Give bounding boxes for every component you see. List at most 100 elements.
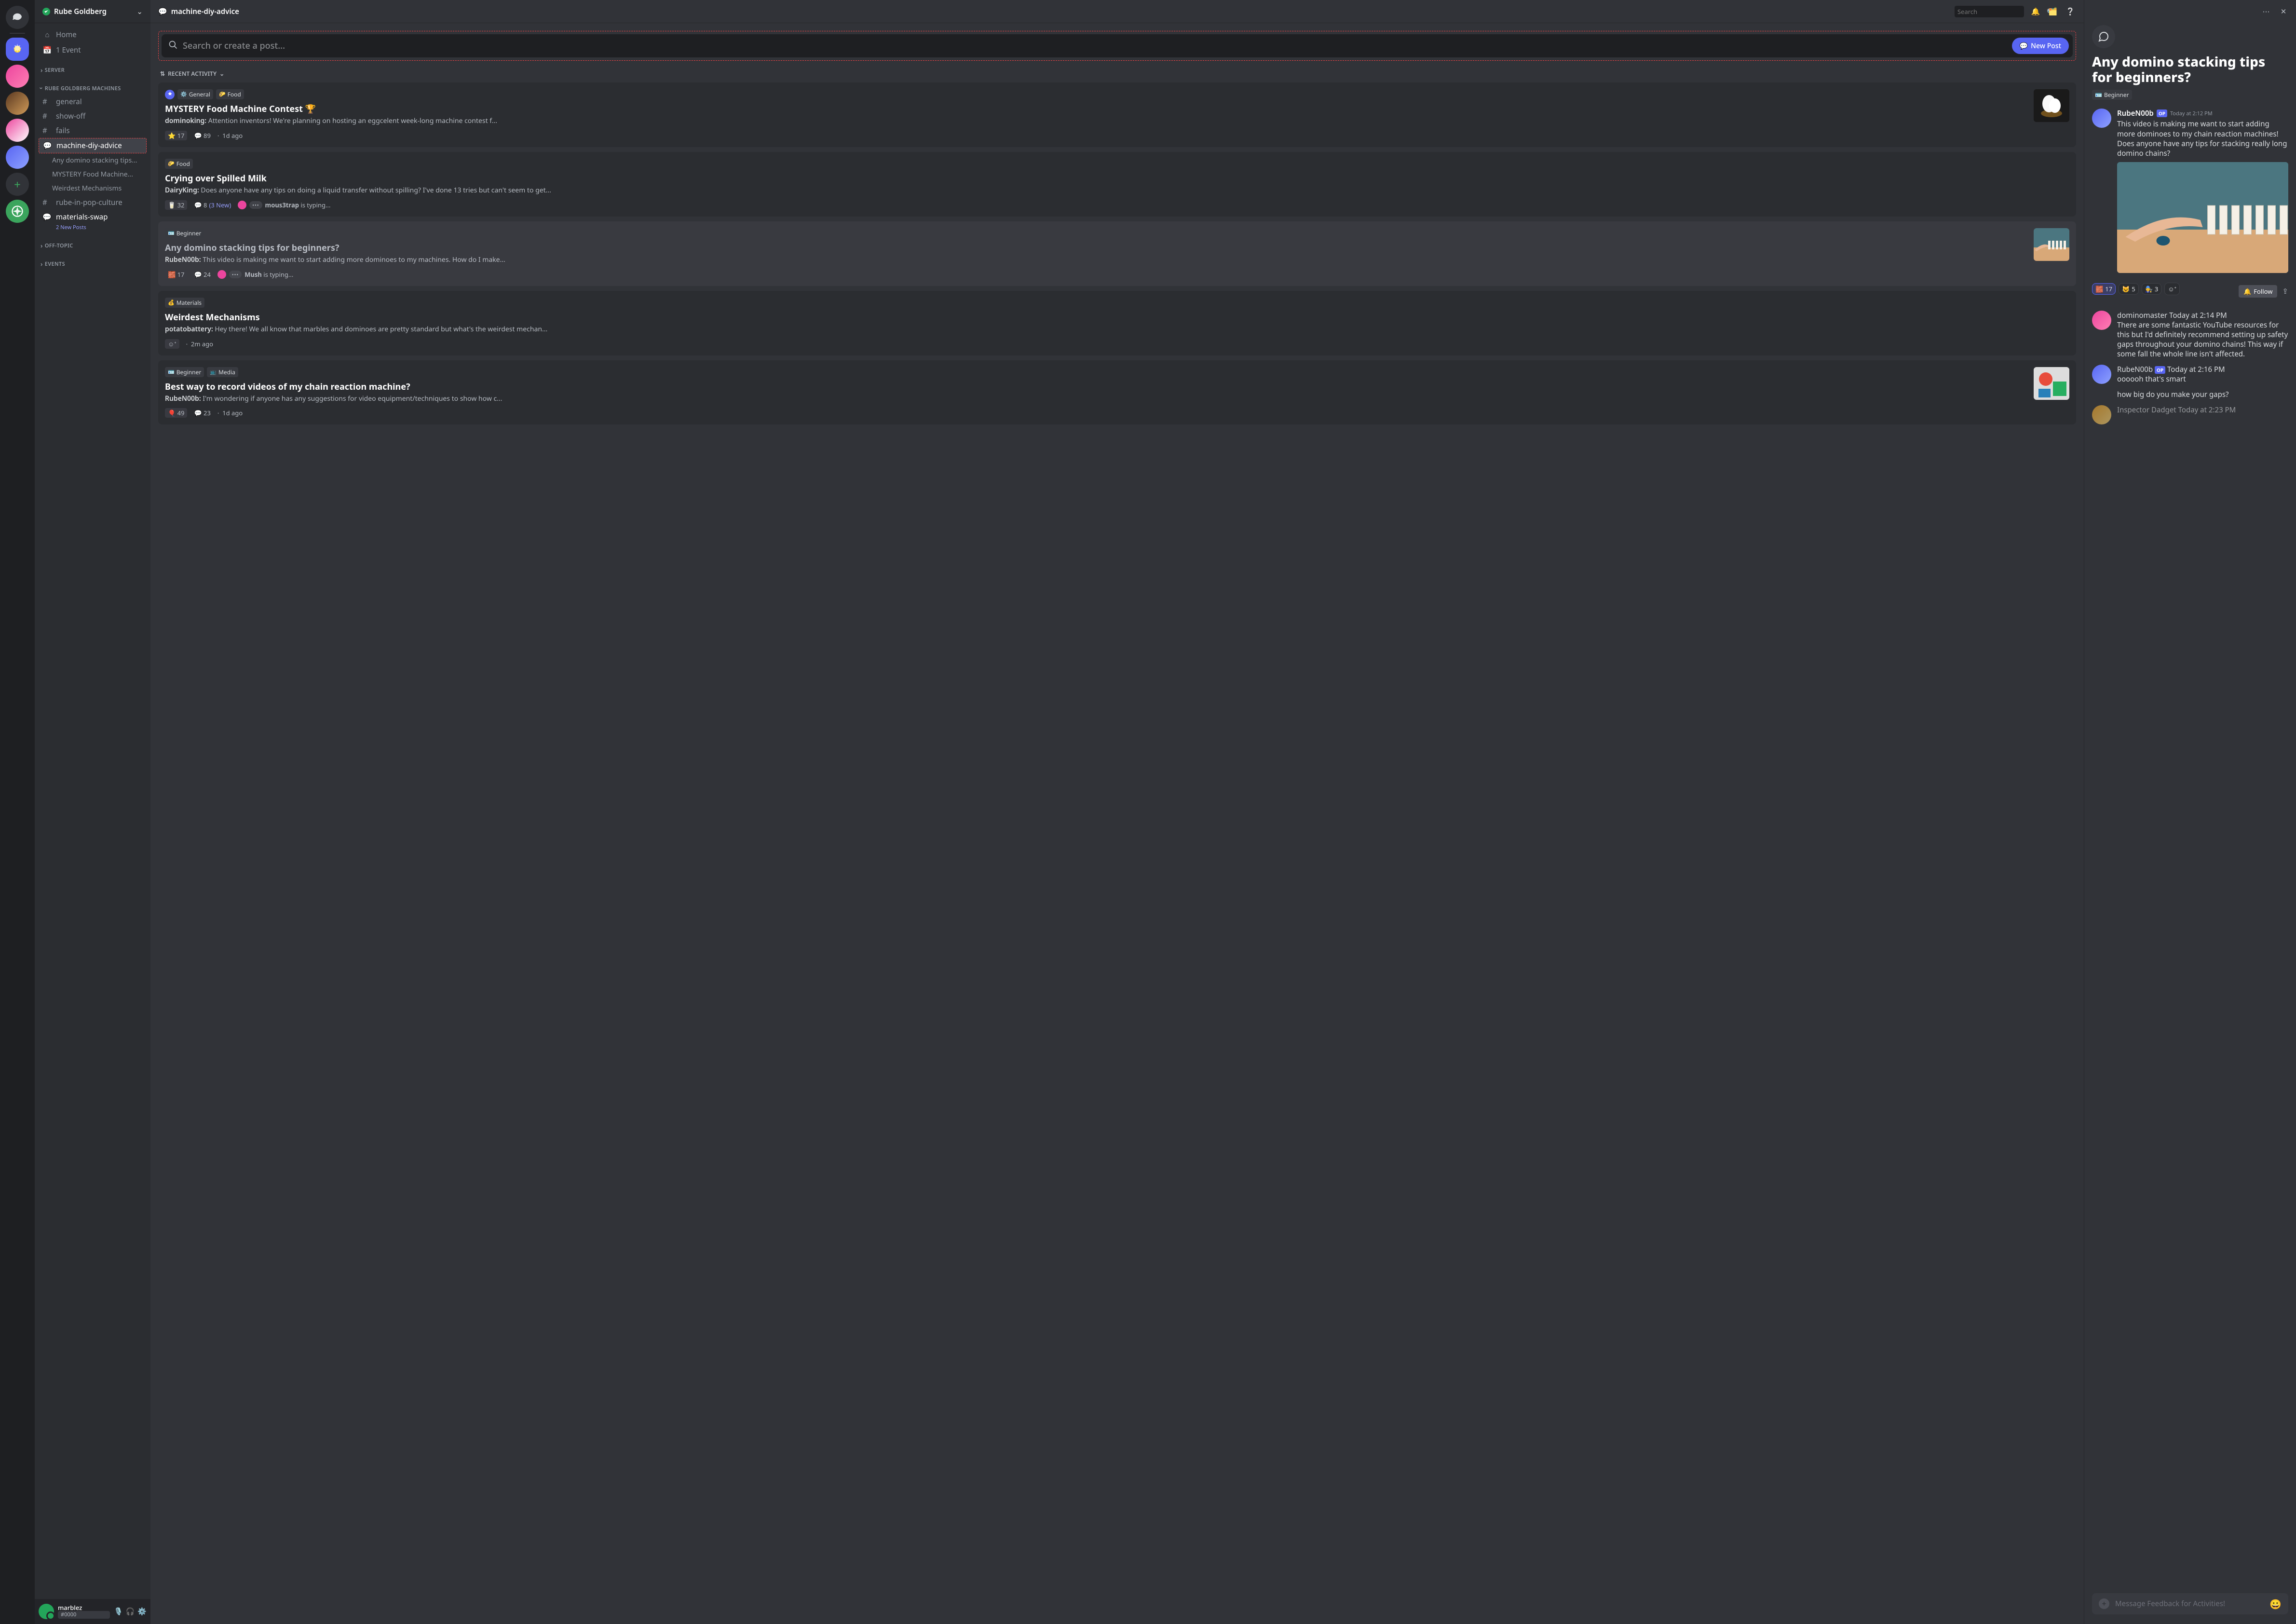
emoji-button[interactable]: 😀 (2269, 1597, 2282, 1610)
server-rail: + (0, 0, 35, 1624)
inbox-icon[interactable]: 🔔 (2030, 6, 2041, 17)
category-events[interactable]: EVENTS (39, 252, 147, 270)
self-avatar[interactable] (39, 1604, 54, 1619)
forum-search-placeholder[interactable]: Search or create a post... (183, 40, 2007, 52)
timestamp: Today at 2:12 PM (2170, 110, 2213, 117)
channel-sidebar: Rube Goldberg ⌄ ⌂ Home 📅 1 Event SERVER … (35, 0, 150, 1624)
avatar[interactable] (2092, 109, 2111, 128)
op-message: RubeN00b OP Today at 2:12 PM This video … (2092, 109, 2288, 273)
tag-general[interactable]: ⚙️General (177, 89, 213, 99)
author-name[interactable]: dominomaster (2117, 311, 2167, 320)
tag-media[interactable]: 📺Media (207, 367, 238, 377)
settings-icon[interactable]: ⚙️ (137, 1607, 147, 1616)
home-link[interactable]: ⌂ Home (39, 27, 147, 42)
post-excerpt: RubeN00b: This video is making me want t… (165, 256, 2027, 265)
self-discriminator: #0000 (58, 1611, 110, 1619)
author-name[interactable]: RubeN00b (2117, 109, 2154, 118)
post-excerpt: potatobattery: Hey there! We all know th… (165, 325, 2069, 334)
post-card[interactable]: ⚙️General🌮Food MYSTERY Food Machine Cont… (158, 82, 2076, 147)
tag-materials[interactable]: 💰Materials (165, 298, 204, 308)
post-title: MYSTERY Food Machine Contest 🏆 (165, 103, 2027, 115)
post-card[interactable]: 🌮Food Crying over Spilled Milk DairyKing… (158, 152, 2076, 217)
server-avatar-active[interactable] (6, 38, 29, 61)
channel-showoff[interactable]: # show-off (39, 109, 147, 123)
avatar[interactable] (2092, 405, 2111, 424)
sort-dropdown[interactable]: ⇅ RECENT ACTIVITY ⌄ (160, 69, 2076, 78)
avatar[interactable] (2092, 311, 2111, 330)
reaction-chip[interactable]: 🧱 17 (2092, 283, 2116, 295)
post-card[interactable]: 🪪Beginner Any domino stacking tips for b… (158, 221, 2076, 286)
tag-beginner[interactable]: 🪪Beginner (165, 228, 204, 238)
post-age: · 1d ago (217, 131, 243, 140)
topbar: 💬 machine-diy-advice 🔍 🔔 🗂️ ❔ (150, 0, 2084, 23)
reaction-chip[interactable]: 🎈 49 (165, 408, 187, 418)
author-name[interactable]: Inspector Dadget (2117, 405, 2176, 415)
channel-advice[interactable]: 💬 machine-diy-advice (39, 138, 147, 153)
channel-fails[interactable]: # fails (39, 123, 147, 138)
post-age: · 2m ago (186, 340, 213, 348)
post-card[interactable]: 🪪Beginner📺Media Best way to record video… (158, 360, 2076, 425)
server-dropdown[interactable]: Rube Goldberg ⌄ (35, 0, 150, 23)
tag-food[interactable]: 🌮Food (216, 89, 244, 99)
thread-panel: ⋯ ✕ Any domino stacking tips for beginne… (2084, 0, 2296, 1624)
post-card[interactable]: 💰Materials Weirdest Mechanisms potatobat… (158, 291, 2076, 355)
bell-icon: 🔔 (2243, 287, 2251, 296)
reply-message: RubeN00b OP Today at 2:16 PM oooooh that… (2092, 365, 2288, 399)
server-avatar-3[interactable] (6, 92, 29, 115)
post-image[interactable] (2117, 162, 2288, 273)
reaction-chip[interactable]: 🧑‍🔧 3 (2142, 283, 2162, 295)
channel-title: machine-diy-advice (171, 7, 239, 16)
reply-message: dominomaster Today at 2:14 PM There are … (2092, 311, 2288, 359)
thread-link-2[interactable]: Weirdest Mechanisms (39, 181, 147, 195)
channel-materials[interactable]: 💬 materials-swap 2 New Posts (39, 210, 147, 233)
message-count: 💬 24 (194, 270, 210, 279)
composer-input[interactable]: Message Feedback for Activities! (2115, 1599, 2264, 1609)
reaction-chip[interactable]: 🧱 17 (165, 270, 187, 279)
message-content: how big do you make your gaps? (2117, 390, 2288, 399)
topbar-search[interactable]: 🔍 (1955, 6, 2024, 17)
add-reaction-button[interactable]: ☺︎⁺ (2164, 283, 2180, 295)
hash-icon: # (42, 126, 52, 136)
thread-icon (2092, 25, 2115, 48)
category-offtopic[interactable]: OFF-TOPIC (39, 233, 147, 252)
chevron-down-icon: ⌄ (136, 7, 143, 16)
channel-pop[interactable]: # rube-in-pop-culture (39, 195, 147, 210)
reaction-chip[interactable]: 😺 5 (2119, 283, 2139, 295)
server-avatar-5[interactable] (6, 146, 29, 169)
category-server[interactable]: SERVER (39, 58, 147, 76)
reaction-bar: 🧱 17 😺 5 🧑‍🔧 3 ☺︎⁺ (2092, 283, 2180, 295)
forum-icon: 💬 (43, 141, 53, 150)
follow-button[interactable]: 🔔 Follow (2239, 285, 2277, 298)
close-icon[interactable]: ✕ (2279, 7, 2288, 16)
add-reaction-button[interactable]: ☺︎⁺ (165, 339, 179, 349)
share-icon[interactable]: ⇪ (2282, 287, 2288, 296)
thread-link-0[interactable]: Any domino stacking tips... (39, 153, 147, 167)
events-link[interactable]: 📅 1 Event (39, 42, 147, 58)
thread-link-1[interactable]: MYSTERY Food Machine... (39, 167, 147, 181)
mute-icon[interactable]: 🎙️ (114, 1607, 123, 1616)
avatar[interactable] (2092, 365, 2111, 384)
message-content: This video is making me want to start ad… (2117, 119, 2288, 158)
post-thumbnail (2034, 89, 2069, 122)
dm-button[interactable] (6, 6, 29, 29)
author-name[interactable]: RubeN00b (2117, 365, 2153, 374)
server-avatar-4[interactable] (6, 119, 29, 142)
deafen-icon[interactable]: 🎧 (126, 1607, 135, 1616)
server-avatar-2[interactable] (6, 65, 29, 88)
attach-button[interactable]: + (2099, 1598, 2109, 1609)
post-thumbnail (2034, 228, 2069, 261)
post-title: Best way to record videos of my chain re… (165, 381, 2027, 393)
pinned-icon[interactable]: 🗂️ (2047, 6, 2059, 17)
tag-food[interactable]: 🌮Food (165, 159, 193, 169)
category-machines[interactable]: RUBE GOLDBERG MACHINES (39, 76, 147, 95)
explore-button[interactable] (6, 200, 29, 223)
new-post-button[interactable]: 💬 New Post (2012, 38, 2069, 54)
reaction-chip[interactable]: 🥛 32 (165, 200, 187, 210)
help-icon[interactable]: ❔ (2065, 6, 2076, 17)
channel-general[interactable]: # general (39, 95, 147, 109)
more-icon[interactable]: ⋯ (2261, 7, 2271, 16)
tag-beginner[interactable]: 🪪Beginner (165, 367, 204, 377)
add-server-button[interactable]: + (6, 173, 29, 196)
reaction-chip[interactable]: ⭐ 17 (165, 131, 187, 140)
timestamp: Today at 2:16 PM (2167, 365, 2225, 374)
